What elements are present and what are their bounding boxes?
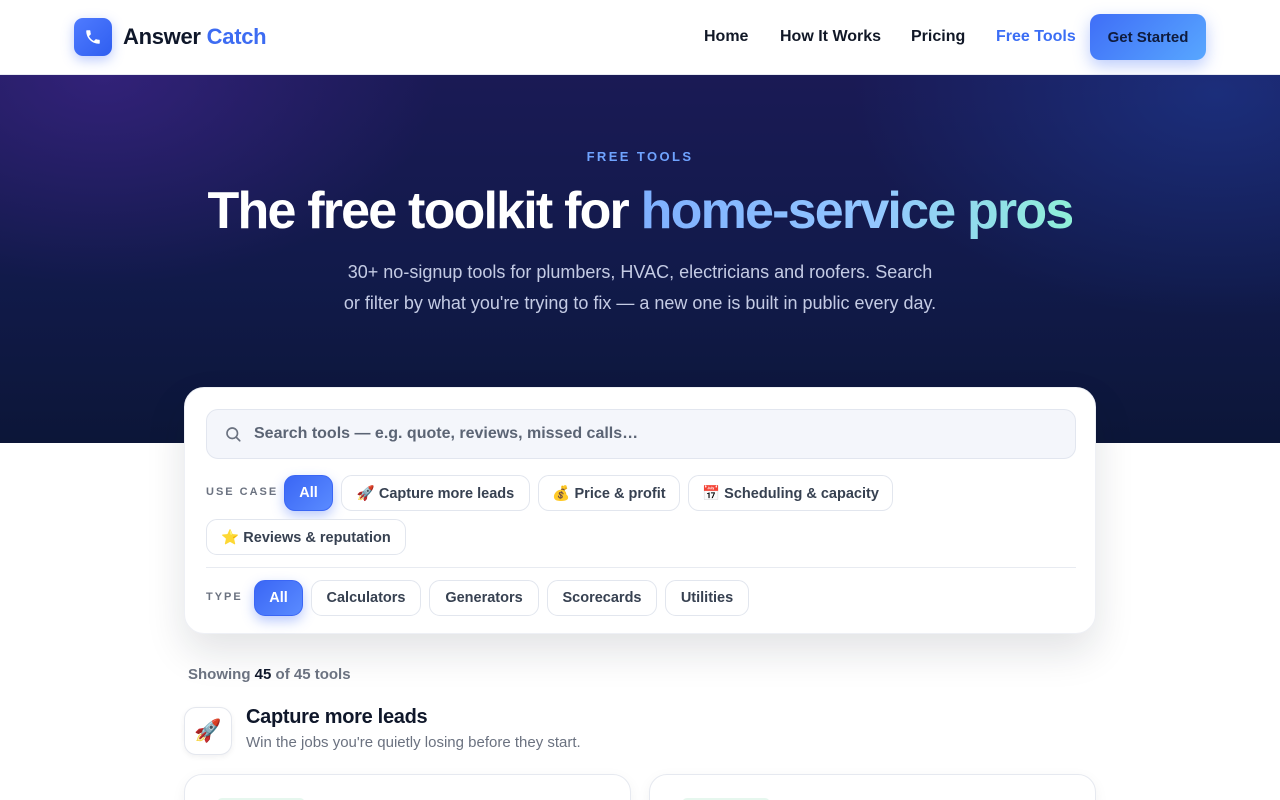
search-input[interactable] (254, 425, 1034, 443)
use-case-chip-all[interactable]: All (284, 475, 333, 511)
hero-title: The free toolkit for home-service pros (0, 181, 1280, 241)
type-chip-calculators[interactable]: Calculators (311, 580, 421, 616)
type-chip-generators[interactable]: Generators (429, 580, 539, 616)
section-title: Capture more leads (246, 706, 428, 728)
nav-how-it-works[interactable]: How It Works (780, 28, 881, 46)
results-mid: of (275, 666, 290, 683)
search-box[interactable] (206, 409, 1076, 459)
hero-subtitle: 30+ no-signup tools for plumbers, HVAC, … (343, 262, 937, 313)
tool-card[interactable] (649, 774, 1096, 800)
brand-name[interactable]: Answer Catch (123, 24, 267, 50)
hero-eyebrow: FREE TOOLS (586, 149, 694, 164)
nav-home[interactable]: Home (704, 28, 748, 46)
results-shown-count: 45 (254, 666, 272, 683)
use-case-chip-price-profit[interactable]: 💰 Price & profit (538, 475, 680, 511)
hero-title-highlight: home-service pros (640, 182, 1075, 240)
use-case-chip-scheduling[interactable]: 📅 Scheduling & capacity (688, 475, 893, 511)
filter-divider (206, 567, 1076, 568)
results-count: Showing 45 of 45 tools (188, 666, 351, 683)
results-prefix: Showing (188, 666, 251, 683)
get-started-button[interactable]: Get Started (1090, 14, 1206, 60)
filter-card: USE CASE All 🚀 Capture more leads 💰 Pric… (184, 387, 1096, 634)
type-label: TYPE (206, 591, 243, 603)
use-case-label: USE CASE (206, 486, 279, 498)
phone-icon (86, 30, 100, 44)
section-subtitle: Win the jobs you're quietly losing befor… (246, 734, 581, 751)
rocket-icon: 🚀 (184, 707, 232, 755)
results-suffix: tools (314, 666, 351, 683)
use-case-chip-reviews[interactable]: ⭐ Reviews & reputation (206, 519, 406, 555)
results-total-count: 45 (293, 666, 311, 683)
brand-name-part1: Answer (123, 24, 201, 49)
type-chip-utilities[interactable]: Utilities (665, 580, 749, 616)
type-chip-all[interactable]: All (254, 580, 303, 616)
site-header: Answer Catch Home How It Works Pricing Fr… (0, 0, 1280, 75)
logo-badge[interactable] (74, 18, 112, 56)
nav-pricing[interactable]: Pricing (911, 28, 965, 46)
search-icon (222, 423, 244, 445)
brand-name-part2: Catch (206, 24, 267, 49)
tool-card[interactable] (184, 774, 631, 800)
hero-title-plain: The free toolkit for (207, 182, 641, 240)
type-chip-scorecards[interactable]: Scorecards (547, 580, 657, 616)
use-case-chip-capture-leads[interactable]: 🚀 Capture more leads (341, 475, 530, 511)
nav-free-tools[interactable]: Free Tools (996, 28, 1076, 46)
